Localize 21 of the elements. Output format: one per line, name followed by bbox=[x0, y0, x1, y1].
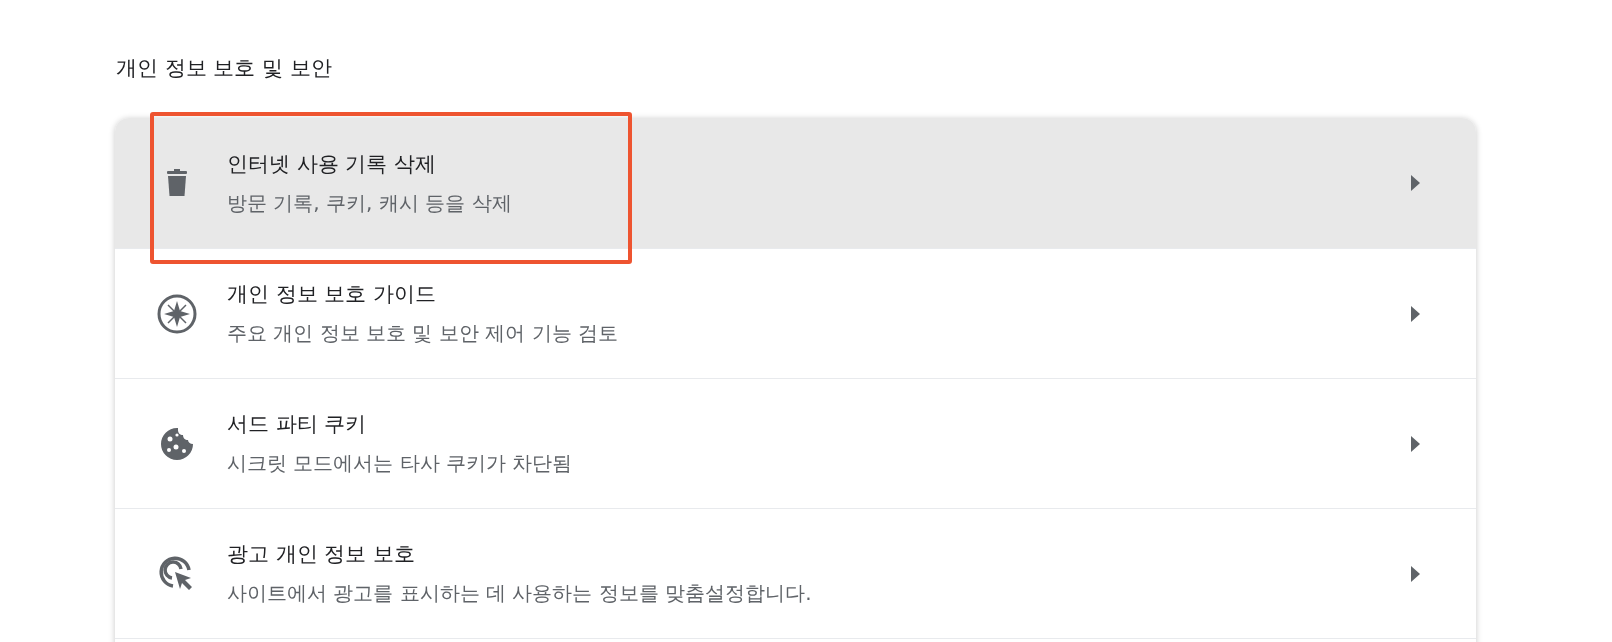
row-title: 개인 정보 보호 가이드 bbox=[227, 281, 438, 308]
row-subtitle: 방문 기록, 쿠키, 캐시 등을 삭제 bbox=[227, 189, 513, 217]
chevron-icon bbox=[1410, 565, 1420, 582]
row-title: 인터넷 사용 기록 삭제 bbox=[227, 150, 438, 178]
row-title: 광고 개인 정보 보호 bbox=[227, 541, 417, 568]
cursor-target-icon bbox=[159, 555, 195, 592]
settings-row[interactable]: 광고 개인 정보 보호 사이트에서 광고를 표시하는 데 사용하는 정보를 맞춤설정합니다. bbox=[115, 508, 1476, 638]
chevron-icon bbox=[1410, 435, 1420, 452]
settings-row[interactable]: 개인 정보 보호 가이드 주요 개인 정보 보호 및 보안 제어 기능 검토 bbox=[115, 248, 1476, 378]
row-subtitle: 시크릿 모드에서는 타사 쿠키가 차단됨 bbox=[227, 450, 574, 477]
row-subtitle: 주요 개인 정보 보호 및 보안 제어 기능 검토 bbox=[227, 320, 619, 347]
row-subtitle: 사이트에서 광고를 표시하는 데 사용하는 정보를 맞춤설정합니다. bbox=[227, 580, 813, 607]
settings-row[interactable]: 인터넷 사용 기록 삭제 방문 기록, 쿠키, 캐시 등을 삭제 bbox=[115, 118, 1476, 248]
row-title: 서드 파티 쿠키 bbox=[227, 411, 368, 438]
trash-icon bbox=[166, 169, 188, 197]
chevron-icon bbox=[1410, 175, 1420, 191]
section-title: 개인 정보 보호 및 보안 bbox=[116, 55, 333, 82]
settings-row[interactable]: 서드 파티 쿠키 시크릿 모드에서는 타사 쿠키가 차단됨 bbox=[115, 378, 1476, 508]
cookie-icon bbox=[160, 426, 194, 461]
chevron-icon bbox=[1410, 305, 1420, 322]
compass-icon bbox=[157, 293, 197, 334]
